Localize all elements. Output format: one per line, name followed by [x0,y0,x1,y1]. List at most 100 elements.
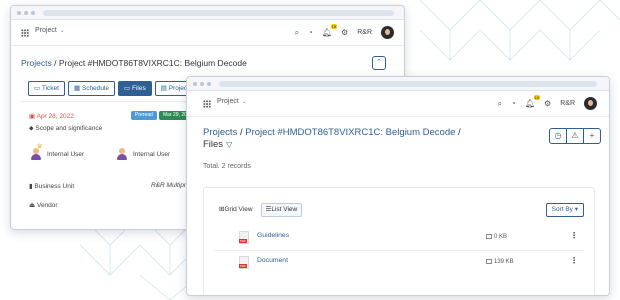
chevron-icon: ⌃ [376,59,382,66]
file-size: 0 KB [486,234,507,240]
calendar-icon: ▣ [29,113,36,120]
add-icon: + [589,131,595,140]
folder-icon: ▭ [124,85,131,92]
bell-icon[interactable]: 🔔︎ 19 [525,94,541,110]
gear-icon[interactable]: ⚙ [341,27,348,39]
breadcrumb-project-link[interactable]: Project #HMDOT86T8VIXRC1C: Belgium Decod… [245,127,455,138]
user-icon [117,148,127,160]
pdf-file-icon [239,256,249,269]
gear-icon[interactable]: ⚙ [544,98,551,110]
list-view-label: List View [271,206,298,213]
history-button[interactable]: ◷ [549,128,567,144]
breadcrumb-separator: / [458,127,461,138]
building-icon: ▮ [29,183,33,190]
sort-by-label: Sort By [551,206,573,213]
tab-label: Files [132,85,146,92]
due-date: ▣ Apr 28, 2022 [29,112,74,120]
more-options-icon[interactable]: ⋮ [570,256,578,265]
project-select-label: Project [35,27,57,34]
topbar-icons: ⌕ ◔ 🔔︎ 19 ⚙ R&R [498,94,597,110]
tag-icon: ⬥ [29,125,34,132]
business-unit-label: ▮ Business Unit [29,182,74,190]
file-size-text: 0 KB [494,234,508,241]
app-grid-icon[interactable] [203,100,211,108]
warning-icon: ⚠ [571,131,579,140]
front-window: Project ⌄ ⌕ ◔ 🔔︎ 19 ⚙ R&R Projects / Proje… [186,76,610,296]
tab-label: Ticket [41,85,59,92]
project-select[interactable]: Project ⌄ [217,98,247,105]
window-dot [31,11,35,15]
tab-ticket[interactable]: ▭ Ticket [28,81,65,96]
window-dot [193,82,197,86]
file-size-text: 139 KB [494,259,514,266]
window-dot [207,82,211,86]
caret-down-icon: ▾ [574,206,578,213]
collapse-button[interactable]: ⌃ [372,56,386,70]
user-icon [31,148,41,160]
file-row[interactable]: Guidelines 0 KB ⋮ [214,226,584,250]
window-dot [17,11,21,15]
breadcrumb-separator: / [54,58,57,68]
user-initials[interactable]: R&R [560,100,575,107]
record-count: Total. 2 records [203,163,251,170]
view-toggle: ⊞Grid View ☰List View [214,203,303,217]
tab-files[interactable]: ▭ Files [118,81,152,96]
list-view-button[interactable]: ☰List View [260,203,303,217]
more-options-icon[interactable]: ⋮ [570,231,578,240]
storage-icon [486,234,492,239]
avatar[interactable] [381,26,394,39]
search-icon[interactable]: ⌕ [498,98,502,110]
add-button[interactable]: + [583,128,601,144]
user-card: Internal User [117,148,170,160]
vendor-icon: ⏏ [29,202,36,209]
file-name[interactable]: Document [257,257,288,264]
due-date-text: Apr 28, 2022 [36,113,74,120]
notification-badge: 19 [533,94,541,100]
breadcrumb-project-title[interactable]: Project #HMDOT86T8VIXRC1C: Belgium Decod… [59,58,247,68]
dashboard-icon[interactable]: ◔ [308,27,313,39]
top-bar: Project ⌄ ⌕ ◔ 🔔︎ 19 ⚙ R&R [187,91,609,117]
tab-bar: ▭ Ticket ▦ Schedule ▭ Files ▤ Project Va [28,81,205,96]
user-name: Internal User [47,150,85,158]
storage-icon [486,259,492,264]
vendor-text: Vendor [36,202,58,209]
action-buttons: ◷ ⚠ + [549,128,601,144]
browser-chrome [187,77,609,91]
ticket-icon: ▭ [34,85,41,92]
filter-icon[interactable]: ▽ [226,140,232,149]
sort-by-button[interactable]: Sort By ▾ [545,203,584,217]
search-icon[interactable]: ⌕ [295,27,299,39]
status-badge: Preread [131,111,157,120]
breadcrumb-projects-link[interactable]: Projects [21,58,52,68]
file-name[interactable]: Guidelines [257,232,289,239]
business-unit-text: Business Unit [34,183,75,190]
grid-view-button[interactable]: ⊞Grid View [214,203,258,217]
app-grid-icon[interactable] [21,29,29,37]
calendar-icon: ▦ [73,85,81,92]
dashboard-icon[interactable]: ◔ [511,98,516,110]
notification-badge: 19 [330,23,338,29]
grid-view-label: Grid View [224,206,253,213]
user-card: Internal User [31,148,84,160]
tab-schedule[interactable]: ▦ Schedule [67,81,116,96]
url-bar[interactable] [219,81,597,87]
history-icon: ◷ [554,131,562,140]
url-bar[interactable] [43,10,394,16]
tab-label: Schedule [81,85,110,92]
user-initials[interactable]: R&R [357,29,372,36]
project-select-label: Project [217,98,239,105]
breadcrumb-projects-link[interactable]: Projects [203,127,237,138]
document-icon: ▤ [160,85,167,92]
project-select[interactable]: Project ⌄ [35,27,65,34]
avatar[interactable] [584,97,597,110]
window-dot [200,82,204,86]
breadcrumb-separator: / [239,127,243,138]
pdf-file-icon [239,231,249,244]
top-bar: Project ⌄ ⌕ ◔ 🔔︎ 19 ⚙ R&R [11,20,404,46]
warning-button[interactable]: ⚠ [566,128,584,144]
breadcrumb: Projects / Project #HMDOT86T8VIXRC1C: Be… [203,127,461,151]
file-row[interactable]: Document 139 KB ⋮ [214,250,584,274]
window-dot [24,11,28,15]
bell-icon[interactable]: 🔔︎ 19 [322,23,338,39]
browser-chrome [11,6,404,20]
